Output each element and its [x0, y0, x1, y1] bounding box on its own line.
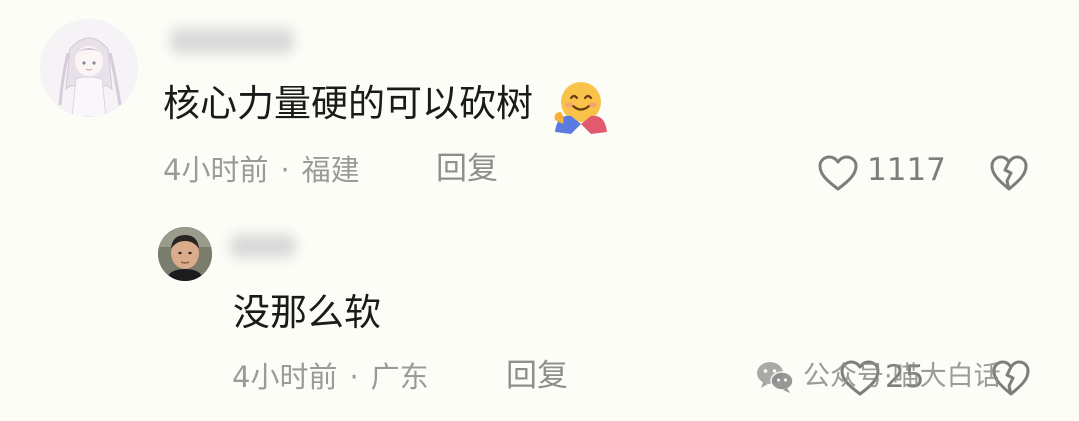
watermark-text: 公众号·喵大白话	[803, 361, 1001, 392]
anime-girl-avatar-icon	[40, 19, 138, 117]
heart-icon[interactable]	[816, 153, 860, 193]
comment-time: 4小时前	[163, 153, 269, 187]
comment-text: 没那么软	[233, 291, 381, 334]
comment-meta: 4小时前 · 福建	[163, 152, 360, 188]
smiling-face-with-open-hands-emoji	[554, 82, 607, 134]
username-blurred[interactable]	[230, 234, 296, 258]
comment-time: 4小时前	[232, 360, 338, 394]
meta-separator: ·	[280, 153, 290, 187]
reply-button[interactable]: 回复	[506, 358, 568, 394]
avatar[interactable]	[40, 19, 138, 117]
man-photo-avatar-icon	[158, 227, 212, 281]
comment-location: 福建	[301, 153, 360, 187]
comment-meta: 4小时前 · 广东	[232, 359, 429, 395]
meta-separator: ·	[349, 360, 359, 394]
avatar[interactable]	[158, 227, 212, 281]
broken-heart-icon[interactable]	[988, 153, 1030, 193]
comment-section: 核心力量硬的可以砍树 4小时前 · 福建 回复 1117 没那么软 4小时前 ·…	[0, 0, 1079, 421]
watermark: 公众号·喵大白话	[755, 357, 1001, 397]
username-blurred[interactable]	[170, 28, 294, 54]
comment-location: 广东	[370, 360, 429, 394]
like-count: 1117	[867, 152, 946, 188]
wechat-icon	[757, 362, 794, 393]
comment-text: 核心力量硬的可以砍树	[163, 82, 533, 125]
reply-button[interactable]: 回复	[436, 151, 498, 187]
